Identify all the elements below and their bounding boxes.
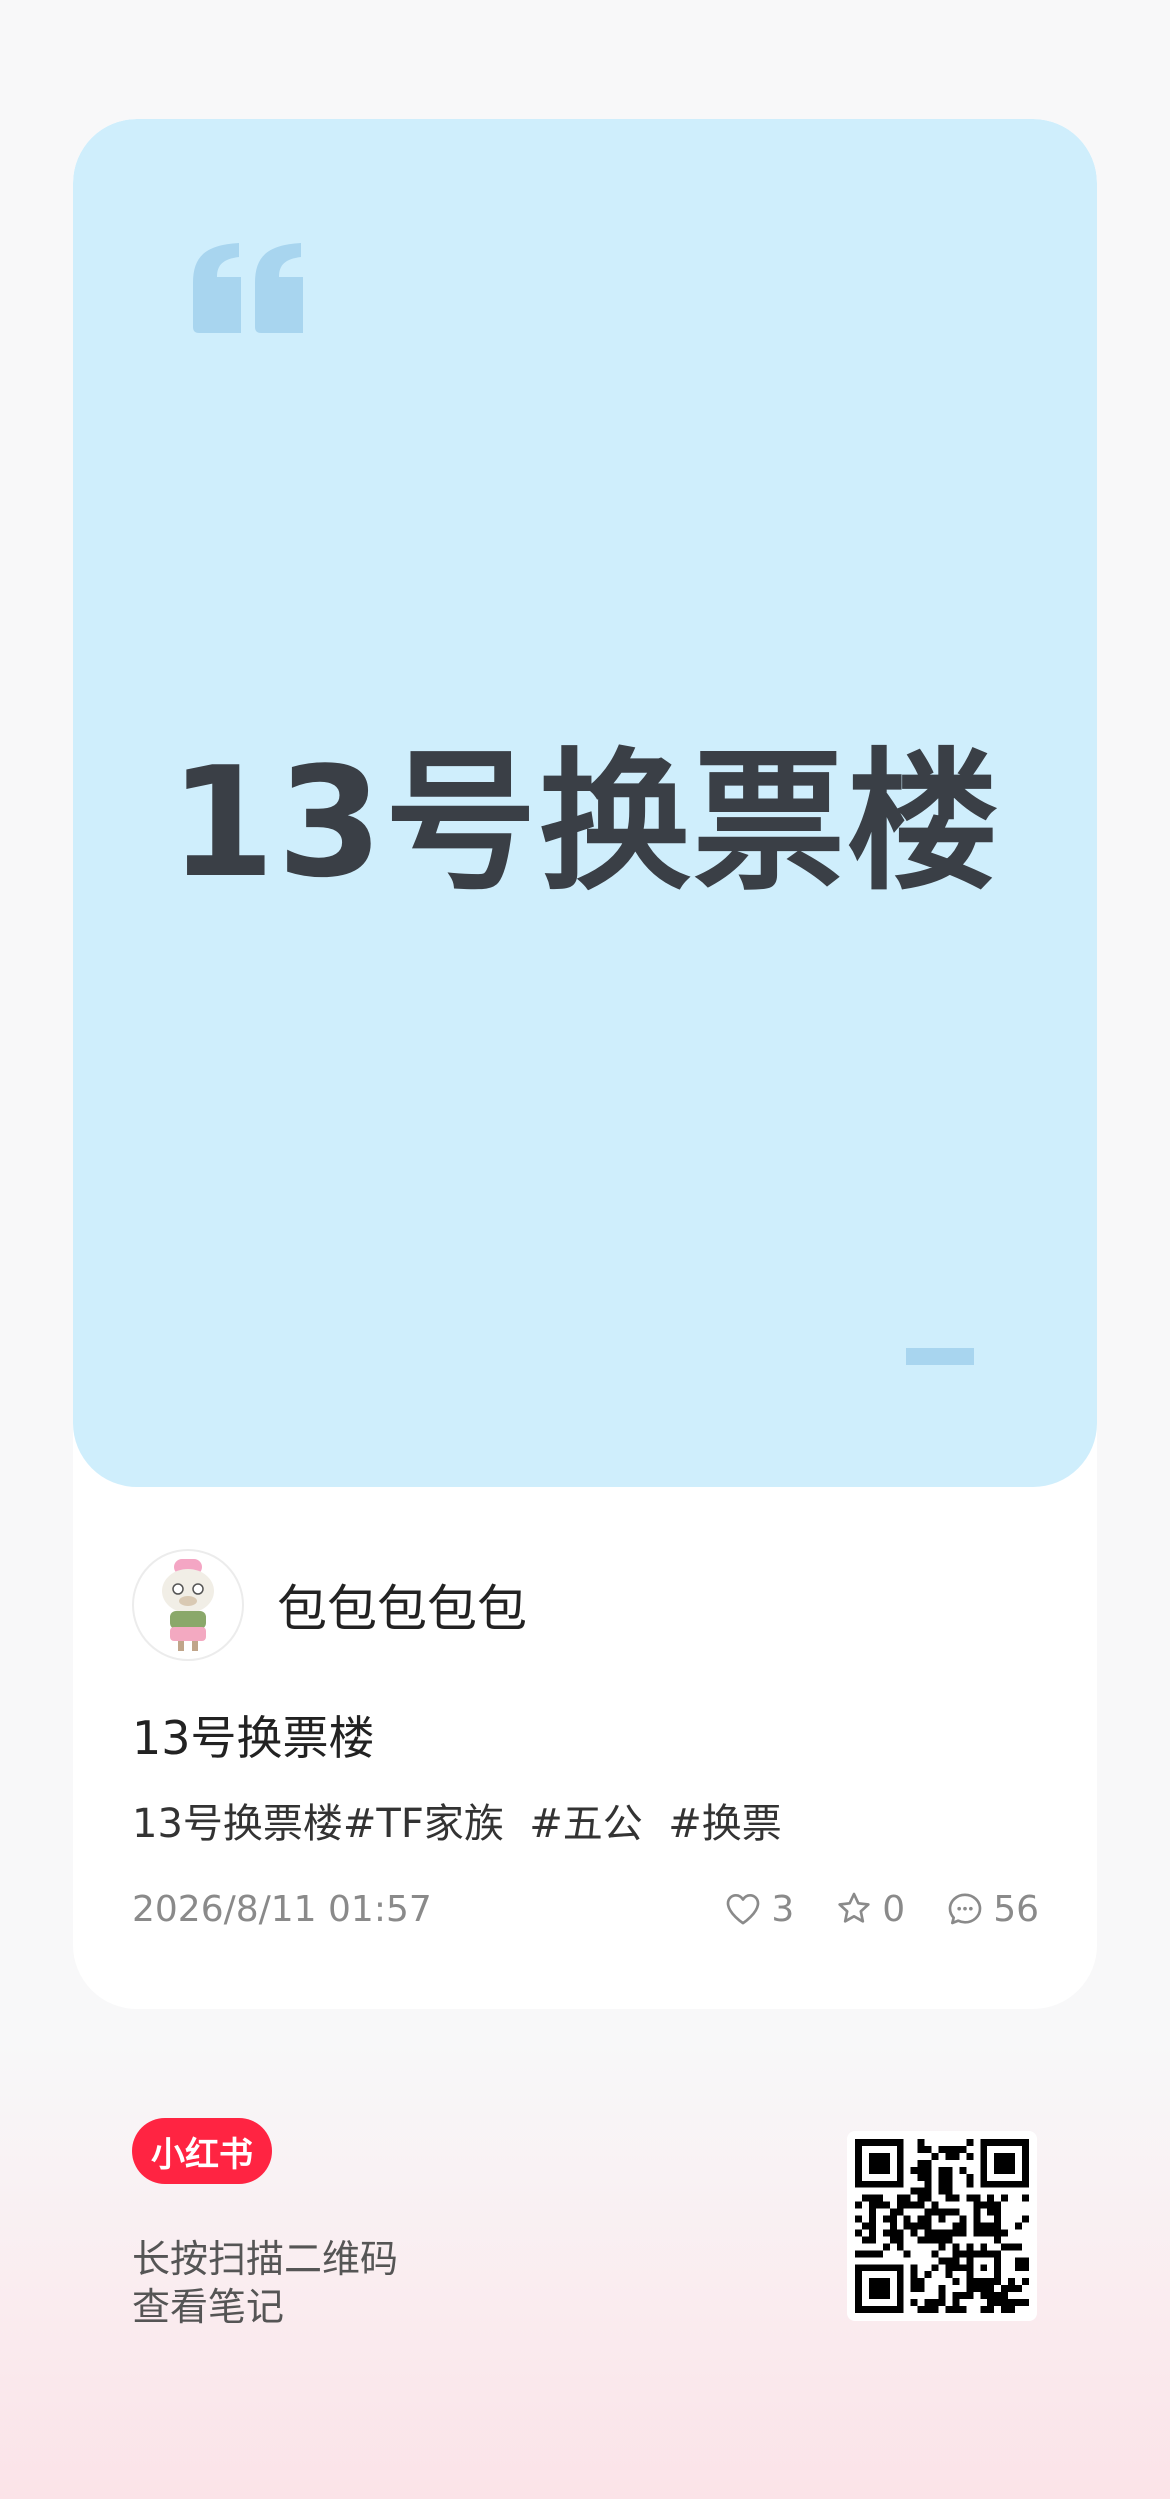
comment-count: 56 (993, 1888, 1039, 1930)
heart-icon (727, 1894, 760, 1925)
like-count: 3 (771, 1888, 795, 1930)
note-card[interactable]: 13号换票楼 包包包包包 13号换票楼 13号换票楼#TF家族 #五公 #换票 … (73, 119, 1097, 2009)
cover-dash (906, 1348, 974, 1365)
note-stats: 3 0 56 (683, 1883, 1039, 1935)
qr-code-image (855, 2139, 1029, 2313)
author-name[interactable]: 包包包包包 (277, 1569, 527, 1641)
star-icon (838, 1892, 870, 1923)
comment-icon (948, 1893, 982, 1925)
cover-title: 13号换票楼 (169, 734, 1001, 911)
scan-hint: 长按扫描二维码 (132, 2237, 399, 2281)
note-tags[interactable]: 13号换票楼#TF家族 #五公 #换票 (132, 1791, 782, 1849)
collect-count: 0 (882, 1888, 906, 1930)
view-note-hint: 查看笔记 (132, 2285, 285, 2329)
collect-stat[interactable]: 0 (834, 1889, 905, 1930)
quote-icon (193, 243, 303, 333)
note-title: 13号换票楼 (132, 1711, 375, 1765)
note-date: 2026/8/11 01:57 (132, 1889, 432, 1930)
note-cover[interactable]: 13号换票楼 (73, 119, 1097, 1487)
like-stat[interactable]: 3 (723, 1889, 794, 1930)
qr-code[interactable] (847, 2131, 1037, 2321)
author-avatar[interactable] (132, 1549, 244, 1661)
brand-logo: 小红书 (132, 2118, 272, 2184)
comment-stat[interactable]: 56 (945, 1889, 1039, 1930)
avatar-image (162, 1559, 214, 1651)
